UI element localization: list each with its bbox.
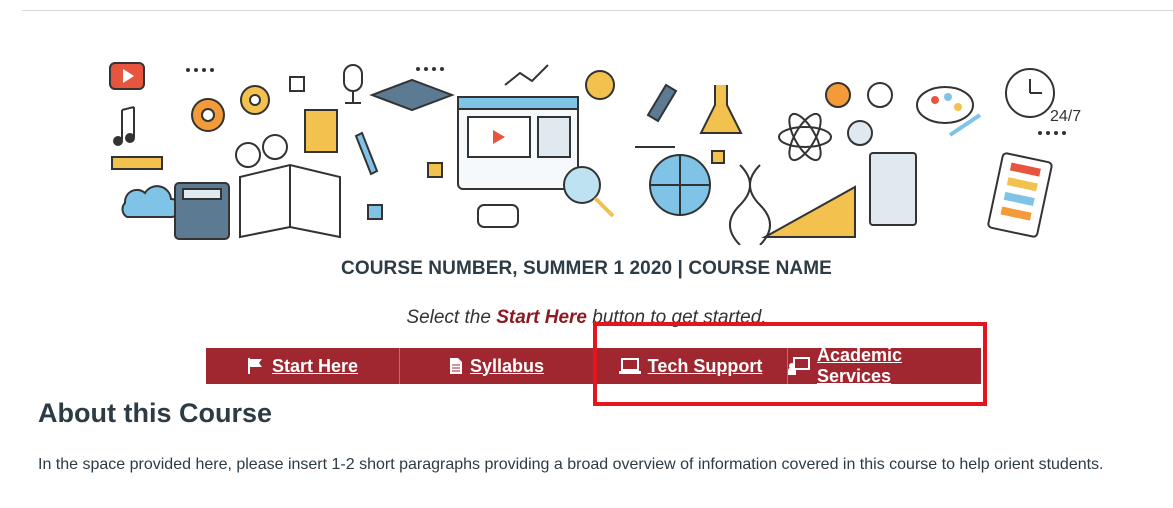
flag-icon [247, 358, 262, 374]
about-heading: About this Course [38, 398, 272, 428]
checkbox-icon [289, 76, 305, 92]
about-paragraph: In the space provided here, please inser… [38, 456, 1104, 473]
document-icon [449, 358, 462, 374]
highlight-box [593, 322, 987, 406]
start-here-label: Start Here [271, 355, 359, 376]
top-divider [22, 10, 1173, 11]
notebook-icon [869, 152, 917, 226]
gear-icon-orange [825, 82, 851, 108]
syllabus-label: Syllabus [469, 355, 545, 376]
flask-icon [699, 85, 743, 134]
microphone-icon [343, 64, 363, 92]
line-chart-icon [504, 64, 549, 86]
graduation-cap-icon [369, 78, 455, 112]
syllabus-button[interactable]: Syllabus [400, 348, 594, 384]
clock-24-7-label: 24/7 [1050, 108, 1081, 125]
course-title: COURSE NUMBER, SUMMER 1 2020 | COURSE NA… [341, 258, 832, 279]
glasses-icon [262, 134, 288, 160]
gear-icon-outline [867, 82, 893, 108]
pencil-icon [354, 131, 379, 176]
notepad-icon [304, 109, 338, 153]
magnifier-icon [563, 166, 601, 204]
lightbulb-icon [585, 70, 615, 100]
start-prompt: Select the Start Here button to get star… [0, 307, 1173, 329]
education-banner-illustration: 24/7 [109, 62, 1081, 245]
palette-icon [916, 86, 974, 124]
prompt-emphasis: Start Here [496, 307, 588, 328]
atom-icon [778, 126, 832, 148]
planet-icon [847, 120, 873, 146]
chat-bubble-icon [477, 204, 519, 228]
set-square-icon [761, 185, 856, 238]
prompt-text-before: Select the [406, 307, 497, 328]
dna-icon [729, 164, 751, 245]
cloud-icon [121, 185, 181, 218]
start-here-button[interactable]: Start Here [206, 348, 400, 384]
microscope-icon [646, 83, 678, 123]
ruler-icon [111, 156, 163, 170]
